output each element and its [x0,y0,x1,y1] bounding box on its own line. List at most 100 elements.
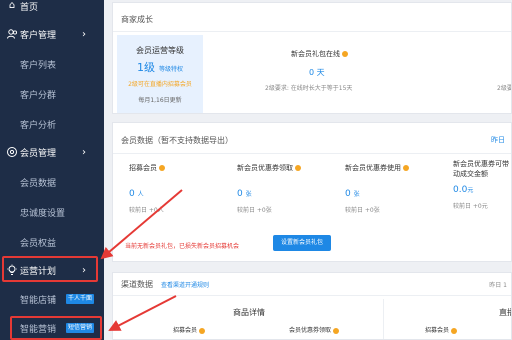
divider [113,31,511,32]
stat-item: 新会员优惠券可带动成交金额 0.0元 较前日 +0元 [453,160,511,210]
stat-compare: 较前日 +0元 [453,203,488,210]
stat-label: 新会员优惠券使用 [345,163,445,173]
channel-metric: 招募会员 [173,325,206,334]
channel-metric: 会员优惠券领取 [289,325,340,334]
sidebar-item-customer-group[interactable]: 客户分群 [0,82,104,106]
sidebar-item-label: 客户管理 [20,30,57,41]
chevron-right-icon: › [82,28,86,40]
stat-number: 0 [129,189,135,199]
stat-unit: 元 [467,187,474,194]
highlight-box-operation-plan [2,256,98,282]
stat-item: 招募会员 0 人 较前日 +0人 [129,163,229,214]
sidebar-item-member-rights[interactable]: 会员权益 [0,230,104,254]
sidebar-item-home[interactable]: ⌂ 首页 [0,0,104,18]
stat-value: 0 人 [129,189,229,199]
stat-label-text: 新会员优惠券领取 [237,164,293,172]
sidebar-item-label: 客户分析 [20,120,57,131]
stat-compare: 较前日 +0张 [237,207,272,214]
stat-item: 新会员优惠券领取 0 张 较前日 +0张 [237,163,337,214]
divider [113,153,511,154]
info-dot-icon [333,327,340,334]
stat-item: 新会员优惠券使用 0 张 较前日 +0张 [345,163,445,214]
update-schedule: 每月1,16日更新 [138,97,182,104]
sidebar-item-label: 首页 [20,2,39,13]
card-title: 会员数据（暂不支持数据导出） [121,136,233,145]
sidebar-item-label: 客户列表 [20,60,57,71]
sidebar-item-label: 会员数据 [20,178,57,189]
stat-compare: 较前日 +0人 [129,207,164,214]
channel-metric-label: 会员优惠券领取 [289,327,332,334]
highlight-box-smart-marketing [10,316,102,340]
set-gift-pack-button[interactable]: 设置新会员礼包 [273,235,332,251]
date-range-link[interactable]: 昨日 [491,135,505,145]
channel-data-card: 渠道数据 查看渠道开通规则 昨日 1 商品详情 直播 招募会员 会员优惠券领取 … [112,272,512,340]
member-level-panel: 会员运营等级 1级 等级特权 2级可在直播内招募会员 每月1,16日更新 [117,35,203,113]
stat-label: 新会员优惠券可带动成交金额 [453,159,511,179]
member-data-card: 会员数据（暂不支持数据导出） 昨日 招募会员 0 人 较前日 +0人 新会员优惠… [112,122,512,262]
stat-label: 新会员优惠券领取 [237,163,337,173]
main-content: 商家成长 会员运营等级 1级 等级特权 2级可在直播内招募会员 每月1,16日更新… [108,0,512,340]
sidebar-item-loyalty-settings[interactable]: 忠诚度设置 [0,200,104,224]
level-detail-link[interactable]: 等级特权 [159,66,183,73]
stat-unit: 人 [137,191,144,198]
stat-number: 0 [345,189,351,199]
sidebar-item-label: 会员管理 [20,148,57,159]
merchant-growth-card: 商家成长 会员运营等级 1级 等级特权 2级可在直播内招募会员 每月1,16日更新… [112,2,512,114]
settings-circle-icon [6,146,18,158]
channel-heading: 商品详情 [233,308,265,317]
info-dot-icon [199,327,206,334]
info-dot-icon [342,51,348,57]
stat-value: 0.0元 [453,185,511,195]
chevron-right-icon: › [82,146,86,158]
sidebar-item-customer-mgmt[interactable]: 客户管理 › [0,22,104,46]
stat-label-text: 新会员优惠券使用 [345,164,401,172]
stat-unit: 张 [353,191,360,198]
task-requirement-next: 2级要 [497,85,512,92]
stat-value: 0 张 [345,189,445,199]
growth-task: 新会员礼包在线 [291,49,348,59]
info-dot-icon [295,165,301,171]
sidebar-item-label: 智能店铺 [20,295,57,306]
stat-compare: 较前日 +0张 [345,207,380,214]
level-title: 会员运营等级 [136,46,184,55]
sidebar-item-member-data[interactable]: 会员数据 [0,170,104,194]
channel-metric: 招募会员 [425,325,458,334]
sidebar-item-customer-list[interactable]: 客户列表 [0,52,104,76]
level-value-row: 1级 等级特权 [117,59,203,75]
sidebar-item-customer-analysis[interactable]: 客户分析 [0,112,104,136]
stat-label: 招募会员 [129,163,229,173]
channel-metric-label: 招募会员 [425,327,450,334]
home-icon: ⌂ [8,0,16,11]
channel-rules-link[interactable]: 查看渠道开通规则 [161,280,209,289]
sidebar: ⌂ 首页 客户管理 › 客户列表 客户分群 客户分析 会员管理 › 会员数据 忠… [0,0,104,340]
level-note: 2级可在直播内招募会员 [128,81,192,88]
sidebar-item-member-mgmt[interactable]: 会员管理 › [0,140,104,164]
date-range-link[interactable]: 昨日 1 [489,280,507,289]
sidebar-item-label: 客户分群 [20,90,57,101]
task-name: 新会员礼包在线 [291,50,340,58]
card-title: 渠道数据 [121,280,153,289]
divider [113,295,511,296]
stat-label-text: 新会员优惠券可带动成交金额 [453,160,509,178]
users-icon [6,28,18,40]
sidebar-item-label: 会员权益 [20,238,57,249]
warning-text: 当前无新会员礼包，已损失新会员招募机会 [125,243,240,250]
stat-label-text: 招募会员 [129,164,157,172]
info-dot-icon [159,165,165,171]
channel-heading: 直播 [499,308,511,317]
card-title: 商家成长 [121,15,153,24]
divider [383,299,384,339]
channel-metric-label: 招募会员 [173,327,198,334]
level-value: 1级 [136,61,155,74]
info-dot-icon [403,165,409,171]
task-requirement: 2级要求: 在线时长大于等于15天 [265,85,353,92]
sidebar-item-smart-shopping[interactable]: 智能店铺 千人千面 [0,287,104,311]
stat-value: 0 张 [237,189,337,199]
info-dot-icon [451,327,458,334]
feature-tag: 千人千面 [66,294,95,304]
stat-number: 0.0 [453,185,468,195]
stat-number: 0 [237,189,243,199]
stat-unit: 张 [245,191,252,198]
task-value: 0 天 [309,68,325,77]
sidebar-item-label: 忠诚度设置 [20,208,66,219]
